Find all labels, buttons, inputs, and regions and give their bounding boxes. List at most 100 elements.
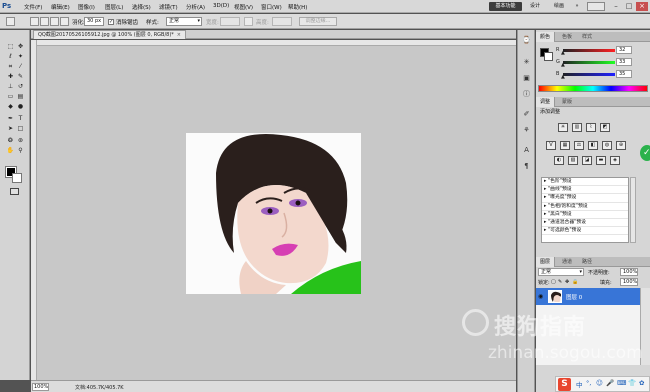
close-window-button[interactable]: × — [636, 2, 648, 11]
curves-icon[interactable]: ⌇ — [586, 123, 596, 132]
red-slider[interactable] — [563, 49, 615, 52]
path-selection-icon[interactable]: ➤ — [6, 125, 15, 133]
list-item[interactable]: ▸ "色阶"预设 — [542, 178, 628, 187]
blur-tool-icon[interactable]: ◆ — [6, 103, 15, 111]
minimize-button[interactable]: – — [610, 2, 622, 11]
hand-tool-icon[interactable]: ✋ — [6, 147, 15, 155]
list-item[interactable]: ▸ "可选颜色"预设 — [542, 227, 628, 236]
document-tab[interactable]: QQ截图20170526105912.jpg @ 100% (图层 0, RGB… — [33, 30, 186, 39]
marquee-tool-icon[interactable]: ⬚ — [6, 43, 15, 51]
color-spectrum-bar[interactable] — [538, 85, 648, 92]
fill-input[interactable]: 100% — [620, 278, 638, 286]
tab-color[interactable]: 颜色 — [536, 32, 556, 42]
menu-image[interactable]: 图像(I) — [78, 3, 95, 11]
color-panel-background-swatch[interactable] — [544, 52, 553, 61]
shape-tool-icon[interactable]: □ — [16, 125, 25, 133]
cs-live-button[interactable] — [587, 2, 605, 11]
list-item[interactable]: ▸ "曲线"预设 — [542, 186, 628, 195]
visibility-eye-icon[interactable]: ◉ — [538, 293, 543, 300]
workspace-more-button[interactable]: » — [572, 2, 582, 11]
brush-tool-icon[interactable]: ✎ — [16, 73, 25, 81]
dodge-tool-icon[interactable]: ● — [16, 103, 25, 111]
ime-skin-icon[interactable]: 👕 — [628, 379, 636, 387]
zoom-level-field[interactable]: 100% — [32, 383, 49, 391]
3d-orbit-icon[interactable]: ⊛ — [16, 137, 25, 145]
green-slider[interactable] — [563, 61, 615, 64]
lasso-tool-icon[interactable]: ℓ — [6, 53, 15, 61]
menu-filter[interactable]: 滤镜(T) — [159, 3, 178, 11]
menu-3d[interactable]: 3D(D) — [213, 3, 229, 9]
histogram-panel-icon[interactable]: ▣ — [522, 74, 531, 83]
menu-file[interactable]: 文件(F) — [24, 3, 42, 11]
zoom-tool-icon[interactable]: ⚲ — [16, 147, 25, 155]
green-value-field[interactable]: 33 — [616, 58, 632, 66]
style-select[interactable]: 正常 ▾ — [166, 17, 202, 26]
opacity-input[interactable]: 100% — [620, 268, 638, 276]
list-item[interactable]: ▸ "通道混合器"预设 — [542, 219, 628, 228]
levels-icon[interactable]: ▥ — [572, 123, 582, 132]
threshold-icon[interactable]: ◪ — [582, 156, 592, 165]
red-slider-thumb[interactable]: ▲ — [561, 51, 565, 56]
blue-slider[interactable] — [563, 73, 615, 76]
history-panel-icon[interactable]: ⌚ — [522, 36, 531, 45]
list-item[interactable]: ▸ "曝光度"预设 — [542, 194, 628, 203]
menu-layer[interactable]: 图层(L) — [105, 3, 123, 11]
info-panel-icon[interactable]: ⓘ — [522, 90, 531, 99]
healing-brush-icon[interactable]: ✚ — [6, 73, 15, 81]
menu-edit[interactable]: 编辑(E) — [51, 3, 70, 11]
character-panel-icon[interactable]: A — [522, 146, 531, 155]
paragraph-panel-icon[interactable]: ¶ — [522, 162, 531, 171]
workspace-painting-button[interactable]: 绘画 — [548, 2, 570, 11]
menu-select[interactable]: 选择(S) — [132, 3, 151, 11]
feather-input[interactable]: 30 px — [84, 17, 104, 26]
new-selection-icon[interactable] — [30, 17, 39, 26]
posterize-icon[interactable]: ▧ — [568, 156, 578, 165]
hue-saturation-icon[interactable]: ▦ — [560, 141, 570, 150]
background-color-swatch[interactable] — [12, 173, 22, 183]
ime-punctuation[interactable]: °, — [586, 379, 591, 387]
tab-channels[interactable]: 通道 — [558, 257, 576, 267]
red-value-field[interactable]: 32 — [616, 46, 632, 54]
selective-color-icon[interactable]: ◈ — [610, 156, 620, 165]
blue-value-field[interactable]: 35 — [616, 70, 632, 78]
navigator-panel-icon[interactable]: ✳ — [522, 58, 531, 67]
lock-all-icon[interactable]: 🔒 — [572, 279, 578, 285]
lock-transparent-icon[interactable]: ▢ — [551, 279, 556, 285]
gradient-map-icon[interactable]: ▬ — [596, 156, 606, 165]
menu-window[interactable]: 窗口(W) — [261, 3, 282, 11]
ime-tools-icon[interactable]: ✿ — [639, 379, 644, 387]
3d-rotate-icon[interactable]: ❂ — [6, 137, 15, 145]
gradient-tool-icon[interactable]: ▤ — [16, 93, 25, 101]
brush-panel-icon[interactable]: ✐ — [522, 110, 531, 119]
clone-source-panel-icon[interactable]: ⚘ — [522, 126, 531, 135]
photo-filter-icon[interactable]: ◍ — [602, 141, 612, 150]
presets-scrollbar[interactable] — [630, 177, 636, 243]
intersect-selection-icon[interactable] — [60, 17, 69, 26]
list-item[interactable]: ▸ "黑白"预设 — [542, 211, 628, 219]
maximize-button[interactable]: □ — [623, 2, 635, 11]
layers-scrollbar[interactable] — [640, 288, 650, 365]
layer-row[interactable]: ◉ 图层 0 — [536, 288, 640, 305]
blend-mode-select[interactable]: 正常 ▾ — [538, 268, 584, 276]
tab-swatches[interactable]: 色板 — [558, 32, 576, 42]
vibrance-icon[interactable]: V — [546, 141, 556, 150]
canvas-area[interactable] — [37, 46, 516, 380]
pen-tool-icon[interactable]: ✒ — [6, 115, 15, 123]
green-slider-thumb[interactable]: ▲ — [561, 63, 565, 68]
magic-wand-icon[interactable]: ✦ — [16, 53, 25, 61]
crop-tool-icon[interactable]: ⌗ — [6, 63, 15, 71]
move-tool-icon[interactable]: ✥ — [16, 43, 25, 51]
menu-view[interactable]: 视图(V) — [234, 3, 253, 11]
marquee-preset-icon[interactable] — [6, 17, 15, 26]
black-white-icon[interactable]: ◧ — [588, 141, 598, 150]
channel-mixer-icon[interactable]: ⊕ — [616, 141, 626, 150]
ime-chinese-mode[interactable]: 中 — [576, 379, 583, 389]
tab-close-icon[interactable]: × — [177, 32, 181, 38]
workspace-essentials-button[interactable]: 基本功能 — [489, 2, 522, 11]
ime-emoji-icon[interactable]: ☺ — [596, 379, 603, 387]
document-image[interactable] — [186, 133, 361, 294]
type-tool-icon[interactable]: T — [16, 115, 25, 123]
tab-paths[interactable]: 路径 — [578, 257, 596, 267]
exposure-icon[interactable]: ◩ — [600, 123, 610, 132]
add-selection-icon[interactable] — [40, 17, 49, 26]
